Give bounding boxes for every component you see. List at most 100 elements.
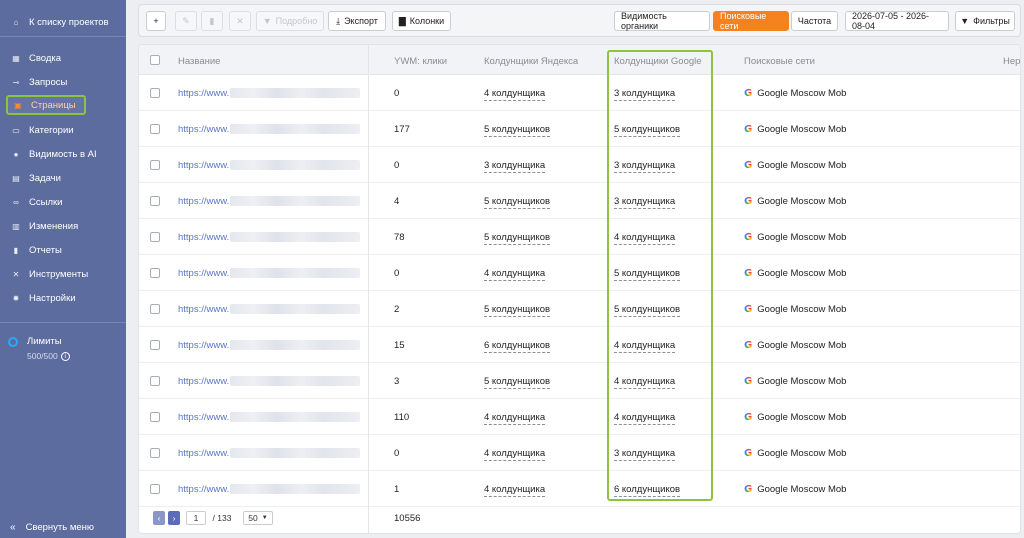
page-url-link[interactable]: https://www. xyxy=(178,484,229,495)
header-name[interactable]: Название xyxy=(178,56,220,67)
prev-page-button[interactable]: ‹ xyxy=(153,511,165,525)
table-row[interactable]: https://www. 110 4 колдунщика 4 колдунщика G… xyxy=(139,399,1020,435)
row-checkbox[interactable] xyxy=(150,340,160,350)
row-checkbox[interactable] xyxy=(150,160,160,170)
google-wizards-link[interactable]: 3 колдунщика xyxy=(614,448,676,461)
sidebar-item-categories[interactable]: ▭ Категории xyxy=(6,120,120,140)
sidebar-item-settings[interactable]: ✹ Настройки xyxy=(6,288,120,308)
page-number-input[interactable]: 1 xyxy=(186,511,206,525)
row-checkbox[interactable] xyxy=(150,484,160,494)
table-row[interactable]: https://www. 0 4 колдунщика 3 колдунщика G Go… xyxy=(139,435,1020,471)
sidebar-item-pages[interactable]: ▣ Страницы xyxy=(6,95,86,115)
table-row[interactable]: https://www. 0 4 колдунщика 5 колдунщиков G G… xyxy=(139,255,1020,291)
table-row[interactable]: https://www. 15 6 колдунщиков 4 колдунщика G… xyxy=(139,327,1020,363)
row-checkbox[interactable] xyxy=(150,196,160,206)
google-wizards-link[interactable]: 5 колдунщиков xyxy=(614,268,681,281)
yandex-wizards-link[interactable]: 5 колдунщиков xyxy=(484,304,551,317)
row-checkbox[interactable] xyxy=(150,88,160,98)
row-checkbox[interactable] xyxy=(150,232,160,242)
yandex-wizards-link[interactable]: 4 колдунщика xyxy=(484,484,546,497)
sidebar-item-summary[interactable]: ▦ Сводка xyxy=(6,48,120,68)
page-url-link[interactable]: https://www. xyxy=(178,196,229,207)
date-range-picker[interactable]: 2026-07-05 - 2026-08-04 xyxy=(845,11,949,31)
sidebar-item-reports[interactable]: ▮ Отчеты xyxy=(6,240,120,260)
sidebar-item-tools[interactable]: ✕ Инструменты xyxy=(6,264,120,284)
yandex-wizards-link[interactable]: 6 колдунщиков xyxy=(484,340,551,353)
header-google-wizards[interactable]: Колдунщики Google xyxy=(614,56,702,67)
sidebar-item-ai-visibility[interactable]: ● Видимость в AI xyxy=(6,144,120,164)
page-url-link[interactable]: https://www. xyxy=(178,124,229,135)
row-checkbox[interactable] xyxy=(150,268,160,278)
page-url-link[interactable]: https://www. xyxy=(178,268,229,279)
page-url-link[interactable]: https://www. xyxy=(178,88,229,99)
table-row[interactable]: https://www. 177 5 колдунщиков 5 колдунщико… xyxy=(139,111,1020,147)
yandex-wizards-link[interactable]: 5 колдунщиков xyxy=(484,196,551,209)
yandex-wizards-link[interactable]: 3 колдунщика xyxy=(484,160,546,173)
sidebar-item-links[interactable]: ∞ Ссылки xyxy=(6,192,120,212)
page-url-link[interactable]: https://www. xyxy=(178,448,229,459)
header-ywm-clicks[interactable]: YWM: клики xyxy=(394,56,447,67)
next-page-button[interactable]: › xyxy=(168,511,180,525)
table-row[interactable]: https://www. 3 5 колдунщиков 4 колдунщика G G… xyxy=(139,363,1020,399)
back-to-projects-link[interactable]: ⌂ К списку проектов xyxy=(6,12,120,32)
yandex-wizards-link[interactable]: 5 колдунщиков xyxy=(484,376,551,389)
search-network-cell: G Google Moscow Mob xyxy=(744,340,846,351)
google-wizards-link[interactable]: 3 колдунщика xyxy=(614,160,676,173)
collapse-menu-button[interactable]: « Свернуть меню xyxy=(10,522,94,533)
edit-button[interactable]: ✎ xyxy=(175,11,197,31)
search-networks-button[interactable]: Поисковые сети xyxy=(713,11,789,31)
search-network-name: Google Moscow Mob xyxy=(757,412,847,423)
google-wizards-link[interactable]: 3 колдунщика xyxy=(614,196,676,209)
row-checkbox[interactable] xyxy=(150,376,160,386)
filters-button[interactable]: ▼ Фильтры xyxy=(955,11,1015,31)
header-yandex-wizards[interactable]: Колдунщики Яндекса xyxy=(484,56,578,67)
sidebar-item-changes[interactable]: ▥ Изменения xyxy=(6,216,120,236)
search-networks-label: Поисковые сети xyxy=(720,11,767,31)
export-button[interactable]: ⤓ Экспорт xyxy=(328,11,386,31)
frequency-button[interactable]: Частота xyxy=(791,11,838,31)
yandex-wizards-link[interactable]: 4 колдунщика xyxy=(484,412,546,425)
google-wizards-link[interactable]: 4 колдунщика xyxy=(614,412,676,425)
select-all-checkbox[interactable] xyxy=(150,55,160,65)
delete-button[interactable]: ▮ xyxy=(201,11,223,31)
columns-button[interactable]: ▇ Колонки xyxy=(392,11,451,31)
page-url-link[interactable]: https://www. xyxy=(178,160,229,171)
page-url-link[interactable]: https://www. xyxy=(178,340,229,351)
sidebar-item-queries[interactable]: ⊸ Запросы xyxy=(6,72,120,92)
yandex-wizards-link[interactable]: 4 колдунщика xyxy=(484,448,546,461)
table-row[interactable]: https://www. 4 5 колдунщиков 3 колдунщика G G… xyxy=(139,183,1020,219)
row-checkbox[interactable] xyxy=(150,124,160,134)
add-button[interactable]: + xyxy=(146,11,166,31)
per-page-select[interactable]: 50 ▼ xyxy=(243,511,273,525)
table-row[interactable]: https://www. 0 3 колдунщика 3 колдунщика G Go… xyxy=(139,147,1020,183)
yandex-wizards-link[interactable]: 4 колдунщика xyxy=(484,268,546,281)
google-wizards-link[interactable]: 5 колдунщиков xyxy=(614,124,681,137)
header-truncated-column[interactable]: Нере xyxy=(1003,56,1020,67)
google-wizards-link[interactable]: 4 колдунщика xyxy=(614,376,676,389)
page-url-link[interactable]: https://www. xyxy=(178,232,229,243)
table-row[interactable]: https://www. 1 4 колдунщика 6 колдунщиков G G… xyxy=(139,471,1020,507)
organic-visibility-button[interactable]: Видимость органики xyxy=(614,11,710,31)
page-url-link[interactable]: https://www. xyxy=(178,412,229,423)
table-row[interactable]: https://www. 0 4 колдунщика 3 колдунщика G Go… xyxy=(139,75,1020,111)
google-wizards-link[interactable]: 5 колдунщиков xyxy=(614,304,681,317)
sidebar-item-tasks[interactable]: ▤ Задачи xyxy=(6,168,120,188)
table-row[interactable]: https://www. 78 5 колдунщиков 4 колдунщика G… xyxy=(139,219,1020,255)
google-wizards-link[interactable]: 4 колдунщика xyxy=(614,340,676,353)
row-checkbox[interactable] xyxy=(150,412,160,422)
tools-button[interactable]: ✕ xyxy=(229,11,251,31)
yandex-wizards-link[interactable]: 4 колдунщика xyxy=(484,88,546,101)
header-search-networks[interactable]: Поисковые сети xyxy=(744,56,815,67)
page-url-link[interactable]: https://www. xyxy=(178,376,229,387)
google-wizards-link[interactable]: 4 колдунщика xyxy=(614,232,676,245)
google-wizards-link[interactable]: 6 колдунщиков xyxy=(614,484,681,497)
google-wizards-link[interactable]: 3 колдунщика xyxy=(614,88,676,101)
table-row[interactable]: https://www. 2 5 колдунщиков 5 колдунщиков G… xyxy=(139,291,1020,327)
yandex-wizards-link[interactable]: 5 колдунщиков xyxy=(484,124,551,137)
page-url-link[interactable]: https://www. xyxy=(178,304,229,315)
info-icon[interactable]: i xyxy=(60,351,70,361)
row-checkbox[interactable] xyxy=(150,304,160,314)
details-button[interactable]: ▼ Подробно xyxy=(256,11,324,31)
row-checkbox[interactable] xyxy=(150,448,160,458)
yandex-wizards-link[interactable]: 5 колдунщиков xyxy=(484,232,551,245)
